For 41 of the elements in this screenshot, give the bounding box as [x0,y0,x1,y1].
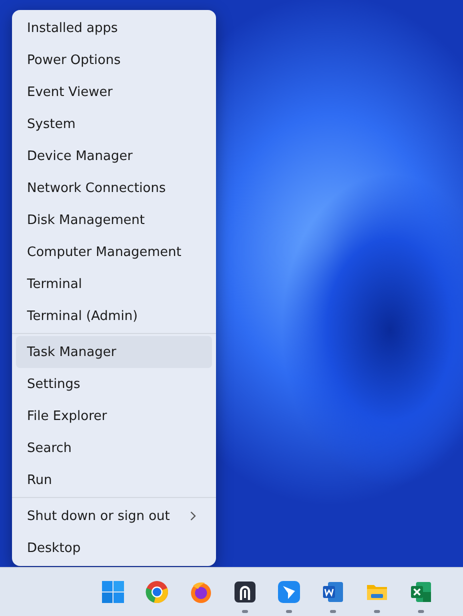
menu-item-label: Task Manager [27,344,116,360]
browser-icon [145,580,169,604]
menu-item[interactable]: Settings [16,368,212,400]
menu-item[interactable]: Disk Management [16,204,212,236]
fox-browser-icon [189,580,213,604]
menu-item[interactable]: System [16,108,212,140]
menu-item[interactable]: Installed apps [16,12,212,44]
terminal-app-icon [233,580,257,604]
menu-item[interactable]: Terminal (Admin) [16,300,212,332]
menu-item-label: Computer Management [27,244,182,260]
menu-item-label: System [27,116,76,132]
menu-item-label: Event Viewer [27,84,113,100]
menu-item[interactable]: Power Options [16,44,212,76]
menu-item-label: Power Options [27,52,121,68]
menu-item-label: Installed apps [27,20,118,36]
menu-item-label: Network Connections [27,180,166,196]
menu-item-label: Disk Management [27,212,145,228]
menu-item[interactable]: Device Manager [16,140,212,172]
menu-item-label: Desktop [27,540,81,556]
menu-item[interactable]: Terminal [16,268,212,300]
menu-item-label: Device Manager [27,148,133,164]
menu-item[interactable]: Event Viewer [16,76,212,108]
menu-item[interactable]: Shut down or sign out [16,500,212,532]
menu-item[interactable]: Search [16,432,212,464]
windows-logo-icon [101,580,125,604]
menu-item-label: Terminal (Admin) [27,308,138,324]
paper-bird-icon [277,580,301,604]
menu-item-label: File Explorer [27,408,108,424]
menu-item-label: Run [27,472,52,488]
menu-item[interactable]: Computer Management [16,236,212,268]
document-app-icon [321,580,345,604]
menu-item-label: Terminal [27,276,82,292]
spreadsheet-app-icon [409,580,433,604]
menu-item-label: Search [27,440,72,456]
menu-item[interactable]: File Explorer [16,400,212,432]
menu-item-label: Settings [27,376,80,392]
menu-item-label: Shut down or sign out [27,508,170,524]
menu-item[interactable]: Run [16,464,212,496]
menu-item[interactable]: Desktop [16,532,212,564]
menu-item[interactable]: Network Connections [16,172,212,204]
menu-item[interactable]: Task Manager [16,336,212,368]
